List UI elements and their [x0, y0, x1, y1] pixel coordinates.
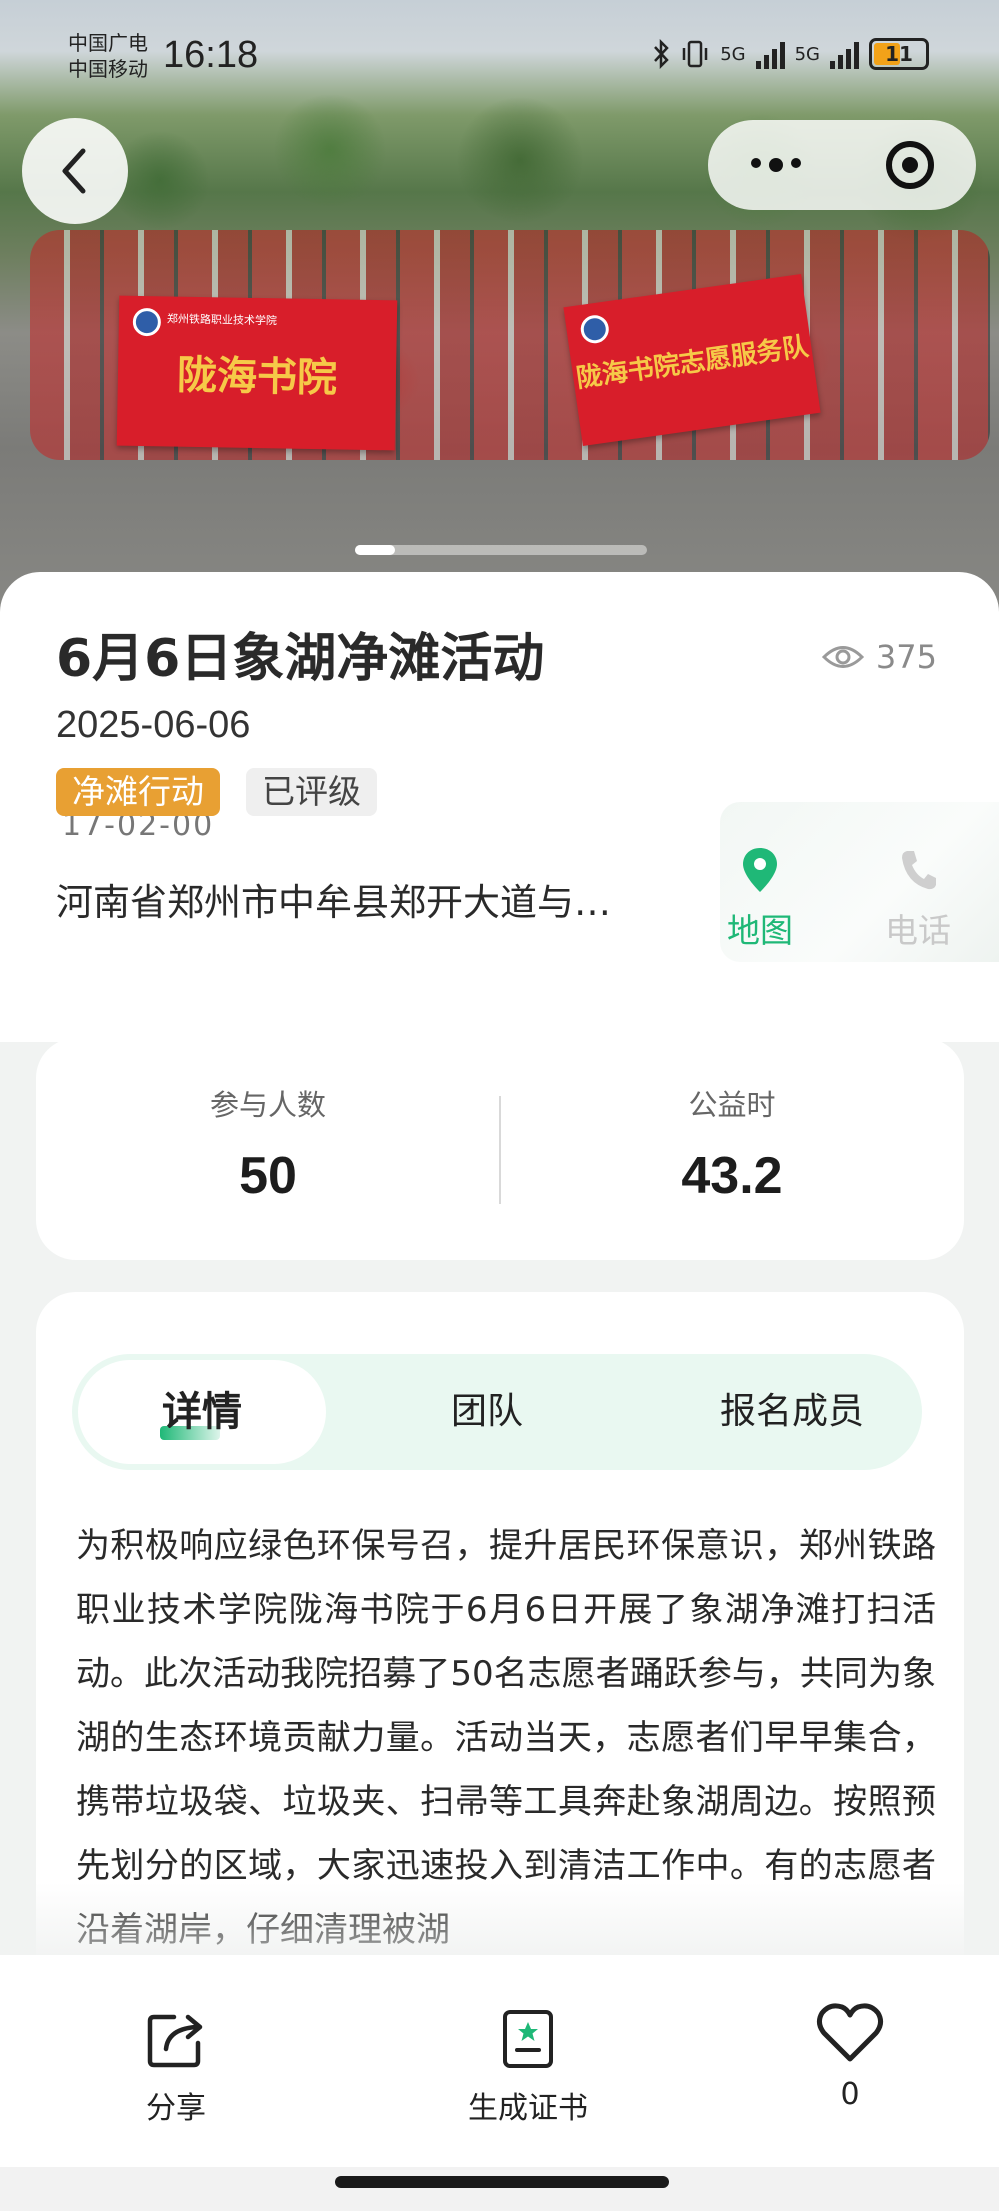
system-nav-area: [0, 2167, 999, 2211]
view-count-value: 375: [875, 638, 937, 676]
miniprogram-capsule: [708, 120, 976, 210]
hours-stat: 公益时 43.2: [500, 1082, 964, 1206]
battery-level: 11: [885, 42, 913, 66]
map-button[interactable]: 地图: [700, 842, 820, 952]
phone-icon: [902, 851, 936, 890]
share-button[interactable]: 分享: [126, 2005, 226, 2127]
event-tags: 净滩行动 已评级: [56, 768, 377, 816]
participants-stat: 参与人数 50: [36, 1082, 500, 1206]
close-miniprogram-icon[interactable]: [885, 141, 934, 189]
tab-details-label: 详情: [162, 1389, 242, 1435]
detail-card: 详情 团队 报名成员 为积极响应绿色环保号召，提升居民环保意识，郑州铁路职业技术…: [36, 1292, 964, 1992]
status-bar: 中国广电 中国移动 16:18 5G 5G 11: [0, 0, 999, 110]
signal-icon: [830, 39, 859, 69]
back-button[interactable]: [22, 118, 128, 224]
carrier-2: 中国移动: [68, 57, 148, 81]
stats-card: 参与人数 50 公益时 43.2: [36, 1038, 964, 1260]
tab-bar: 详情 团队 报名成员: [72, 1354, 922, 1470]
certificate-icon: [503, 2010, 553, 2068]
event-date: 2025-06-06: [56, 704, 251, 746]
tag-beach-cleanup: 净滩行动: [56, 768, 220, 816]
heart-icon: [816, 2003, 884, 2062]
phone-button[interactable]: 电话: [858, 842, 978, 952]
tag-rated: 已评级: [246, 768, 377, 816]
carrier-labels: 中国广电 中国移动: [68, 30, 148, 82]
vibrate-icon: [682, 40, 708, 68]
certificate-label: 生成证书: [468, 2091, 588, 2126]
network-type-1: 5G: [720, 43, 746, 65]
signal-icon: [755, 39, 785, 69]
tab-members[interactable]: 报名成员: [692, 1360, 892, 1464]
tab-team[interactable]: 团队: [402, 1360, 572, 1464]
event-address[interactable]: 河南省郑州市中牟县郑开大道与…: [56, 872, 656, 926]
battery-icon: 11: [869, 38, 929, 70]
bluetooth-icon: [654, 39, 669, 69]
carousel-indicator-active: [355, 545, 395, 555]
hours-label: 公益时: [688, 1088, 776, 1122]
carousel-indicator: [355, 545, 647, 555]
participants-label: 参与人数: [209, 1088, 326, 1122]
location-pin-icon: [743, 848, 777, 892]
share-icon: [147, 2014, 203, 2068]
status-icons: 5G 5G 11: [652, 38, 929, 70]
network-type-2: 5G: [794, 43, 820, 65]
tab-team-label: 团队: [450, 1391, 523, 1432]
participants-value: 50: [239, 1147, 297, 1205]
school-seal-icon: [578, 313, 611, 346]
phone-label: 电话: [885, 911, 951, 950]
carrier-1: 中国广电: [68, 31, 148, 55]
share-label: 分享: [146, 2091, 206, 2126]
view-count: 375: [821, 638, 937, 676]
like-count: 0: [840, 2077, 860, 2112]
eye-icon: [821, 646, 864, 668]
banner-school-name: 郑州铁路职业技术学院: [166, 312, 278, 328]
photo-banner-left: 郑州铁路职业技术学院 陇海书院: [116, 295, 398, 451]
tab-members-label: 报名成员: [719, 1391, 864, 1432]
hours-value: 43.2: [681, 1147, 783, 1205]
bottom-action-bar: 分享 生成证书 0: [0, 1955, 999, 2167]
event-info-card: 6月6日象湖净滩活动 375 2025-06-06 17-02-00 净滩行动 …: [0, 572, 999, 1042]
school-seal-icon: [132, 307, 162, 337]
status-time: 16:18: [163, 34, 259, 76]
like-button[interactable]: 0: [800, 1999, 900, 2112]
banner-left-text: 陇海书院: [176, 351, 338, 402]
more-icon[interactable]: [750, 158, 801, 172]
event-title: 6月6日象湖净滩活动: [56, 629, 545, 689]
chevron-left-icon: [62, 148, 86, 194]
home-indicator[interactable]: [335, 2176, 669, 2188]
map-label: 地图: [727, 911, 793, 950]
banner-right-text: 陇海书院志愿服务队: [574, 331, 811, 394]
tab-details[interactable]: 详情: [78, 1360, 326, 1464]
generate-certificate-button[interactable]: 生成证书: [458, 2005, 598, 2127]
